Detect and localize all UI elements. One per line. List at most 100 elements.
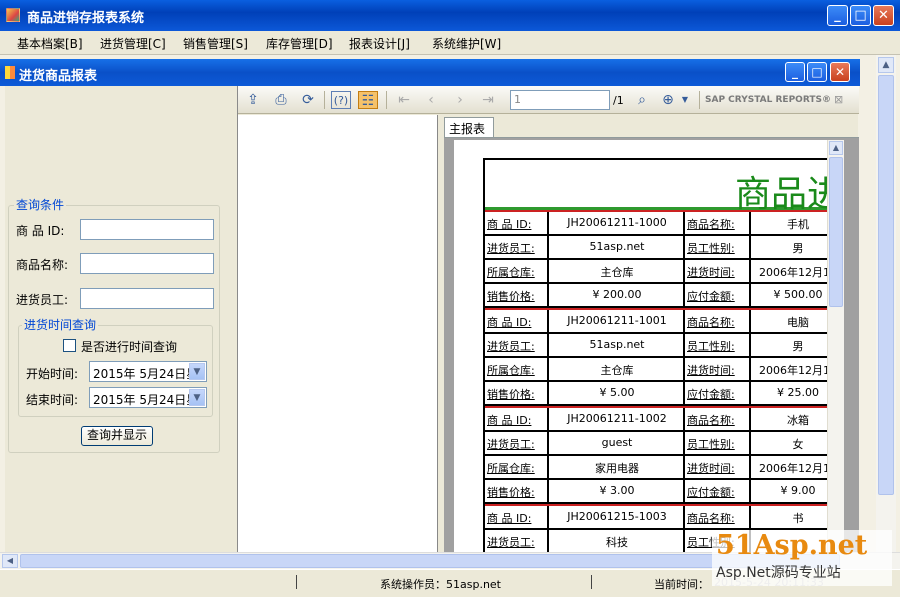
menu-bar: 基本档案[B] 进货管理[C] 销售管理[S] 库存管理[D] 报表设计[J] … bbox=[0, 31, 900, 55]
print-icon[interactable]: ⎙ bbox=[271, 91, 291, 109]
page-number-input[interactable]: 1 bbox=[510, 90, 610, 110]
group-tree-panel[interactable] bbox=[238, 115, 438, 552]
employee-input[interactable] bbox=[80, 288, 214, 309]
query-submit-button[interactable]: 查询并显示 bbox=[81, 426, 153, 446]
find-icon[interactable]: ⌕ bbox=[632, 91, 652, 109]
cell-divider bbox=[683, 506, 685, 528]
start-date-value: 2015年 5月24日星 bbox=[93, 367, 199, 381]
cell-divider bbox=[547, 432, 549, 454]
status-separator bbox=[591, 575, 592, 589]
report-record: 商 品 ID: JH20061211-1002 商品名称: 冰箱 进货员工: guest 员… bbox=[485, 406, 844, 504]
field-label-id: 商 品 ID: bbox=[487, 512, 532, 525]
cell-divider bbox=[547, 358, 549, 380]
status-time-label: 当前时间： bbox=[654, 578, 709, 591]
field-label-employee: 进货员工: bbox=[487, 242, 535, 255]
report-row: 所属仓库: 主仓库 进货时间: 2006年12月11 bbox=[485, 358, 844, 382]
first-page-icon[interactable]: ⇤ bbox=[394, 91, 414, 109]
cell-divider bbox=[683, 310, 685, 332]
field-label-time: 进货时间: bbox=[687, 266, 735, 279]
start-date-picker[interactable]: 2015年 5月24日星 ▼ bbox=[89, 361, 207, 382]
cell-divider bbox=[683, 456, 685, 478]
product-id-input[interactable] bbox=[80, 219, 214, 240]
end-date-picker[interactable]: 2015年 5月24日星 ▼ bbox=[89, 387, 207, 408]
cell-divider bbox=[683, 408, 685, 430]
close-viewer-icon[interactable]: ⊠ bbox=[834, 93, 843, 106]
field-label-warehouse: 所属仓库: bbox=[487, 364, 535, 377]
field-label-name: 商品名称: bbox=[687, 512, 735, 525]
report-title: 商品进 bbox=[485, 158, 844, 215]
report-record: 商 品 ID: JH20061211-1001 商品名称: 电脑 进货员工: 51asp.… bbox=[485, 308, 844, 406]
cell-divider bbox=[683, 334, 685, 356]
field-value-id: JH20061215-1003 bbox=[567, 510, 667, 523]
child-maximize-button[interactable]: □ bbox=[807, 62, 827, 82]
product-id-label: 商 品 ID: bbox=[16, 224, 65, 238]
cell-divider bbox=[749, 358, 751, 380]
chevron-down-icon[interactable]: ▼ bbox=[189, 389, 205, 406]
cell-divider bbox=[547, 408, 549, 430]
last-page-icon[interactable]: ⇥ bbox=[478, 91, 498, 109]
field-value-warehouse: 主仓库 bbox=[600, 266, 634, 279]
cell-divider bbox=[749, 334, 751, 356]
toolbar-separator bbox=[386, 91, 387, 109]
product-name-input[interactable] bbox=[80, 253, 214, 274]
cell-divider bbox=[683, 480, 685, 502]
cell-divider bbox=[547, 212, 549, 234]
child-minimize-button[interactable]: _ bbox=[785, 62, 805, 82]
watermark-brand: 51Asp.net bbox=[716, 530, 868, 561]
menu-item-sales[interactable]: 销售管理[S] bbox=[183, 35, 248, 52]
zoom-dropdown-icon[interactable]: ▼ bbox=[675, 91, 695, 109]
export-icon[interactable]: ⇪ bbox=[243, 91, 263, 109]
field-label-gender: 员工性别: bbox=[687, 438, 735, 451]
field-label-amount: 应付金额: bbox=[687, 486, 735, 499]
scroll-thumb[interactable] bbox=[829, 157, 843, 307]
cell-divider bbox=[547, 506, 549, 528]
child-close-button[interactable]: ✕ bbox=[830, 62, 850, 82]
app-title: 商品进销存报表系统 bbox=[27, 11, 145, 26]
page-total: /1 bbox=[613, 94, 624, 107]
group-tree-toggle-icon[interactable]: ☷ bbox=[358, 91, 378, 109]
refresh-icon[interactable]: ⟳ bbox=[298, 91, 318, 109]
time-query-checkbox[interactable] bbox=[63, 339, 76, 352]
cell-divider bbox=[749, 260, 751, 282]
cell-divider bbox=[749, 480, 751, 502]
toolbar-separator bbox=[324, 91, 325, 109]
field-label-price: 销售价格: bbox=[487, 486, 535, 499]
product-name-label: 商品名称: bbox=[16, 258, 69, 272]
field-label-name: 商品名称: bbox=[687, 316, 735, 329]
cell-divider bbox=[547, 236, 549, 258]
menu-item-purchase[interactable]: 进货管理[C] bbox=[100, 35, 166, 52]
menu-item-maintenance[interactable]: 系统维护[W] bbox=[432, 35, 501, 52]
scroll-up-icon[interactable]: ▲ bbox=[878, 57, 894, 73]
cell-divider bbox=[547, 530, 549, 552]
report-page: 商品进 商 品 ID: JH20061211-1000 商品名称: 手机 进货员工: 51… bbox=[454, 140, 844, 553]
report-row: 进货员工: 51asp.net 员工性别: 男 bbox=[485, 334, 844, 358]
menu-item-report-design[interactable]: 报表设计[J] bbox=[349, 35, 410, 52]
report-vertical-scrollbar[interactable]: ▲ bbox=[827, 140, 844, 553]
cell-divider bbox=[547, 456, 549, 478]
cell-divider bbox=[683, 530, 685, 552]
next-page-icon[interactable]: › bbox=[450, 91, 470, 109]
menu-item-inventory[interactable]: 库存管理[D] bbox=[266, 35, 333, 52]
help-icon[interactable]: (?) bbox=[331, 91, 351, 109]
cell-divider bbox=[683, 432, 685, 454]
scroll-left-icon[interactable]: ◀ bbox=[2, 554, 18, 568]
scroll-thumb[interactable] bbox=[878, 75, 894, 495]
end-date-value: 2015年 5月24日星 bbox=[93, 393, 199, 407]
menu-item-basic[interactable]: 基本档案[B] bbox=[17, 35, 83, 52]
field-label-employee: 进货员工: bbox=[487, 536, 535, 549]
field-label-price: 销售价格: bbox=[487, 290, 535, 303]
field-value-price: ¥ 3.00 bbox=[599, 484, 635, 497]
close-button[interactable]: ✕ bbox=[873, 5, 894, 26]
maximize-button[interactable]: □ bbox=[850, 5, 871, 26]
minimize-button[interactable]: _ bbox=[827, 5, 848, 26]
chevron-down-icon[interactable]: ▼ bbox=[189, 363, 205, 380]
field-label-time: 进货时间: bbox=[687, 462, 735, 475]
cell-divider bbox=[749, 212, 751, 234]
prev-page-icon[interactable]: ‹ bbox=[421, 91, 441, 109]
app-icon bbox=[6, 8, 20, 22]
scroll-up-icon[interactable]: ▲ bbox=[829, 141, 843, 155]
cell-divider bbox=[683, 382, 685, 404]
outer-vertical-scrollbar[interactable]: ▲ bbox=[876, 55, 896, 567]
cell-divider bbox=[749, 408, 751, 430]
tab-main-report[interactable]: 主报表 bbox=[444, 117, 494, 137]
